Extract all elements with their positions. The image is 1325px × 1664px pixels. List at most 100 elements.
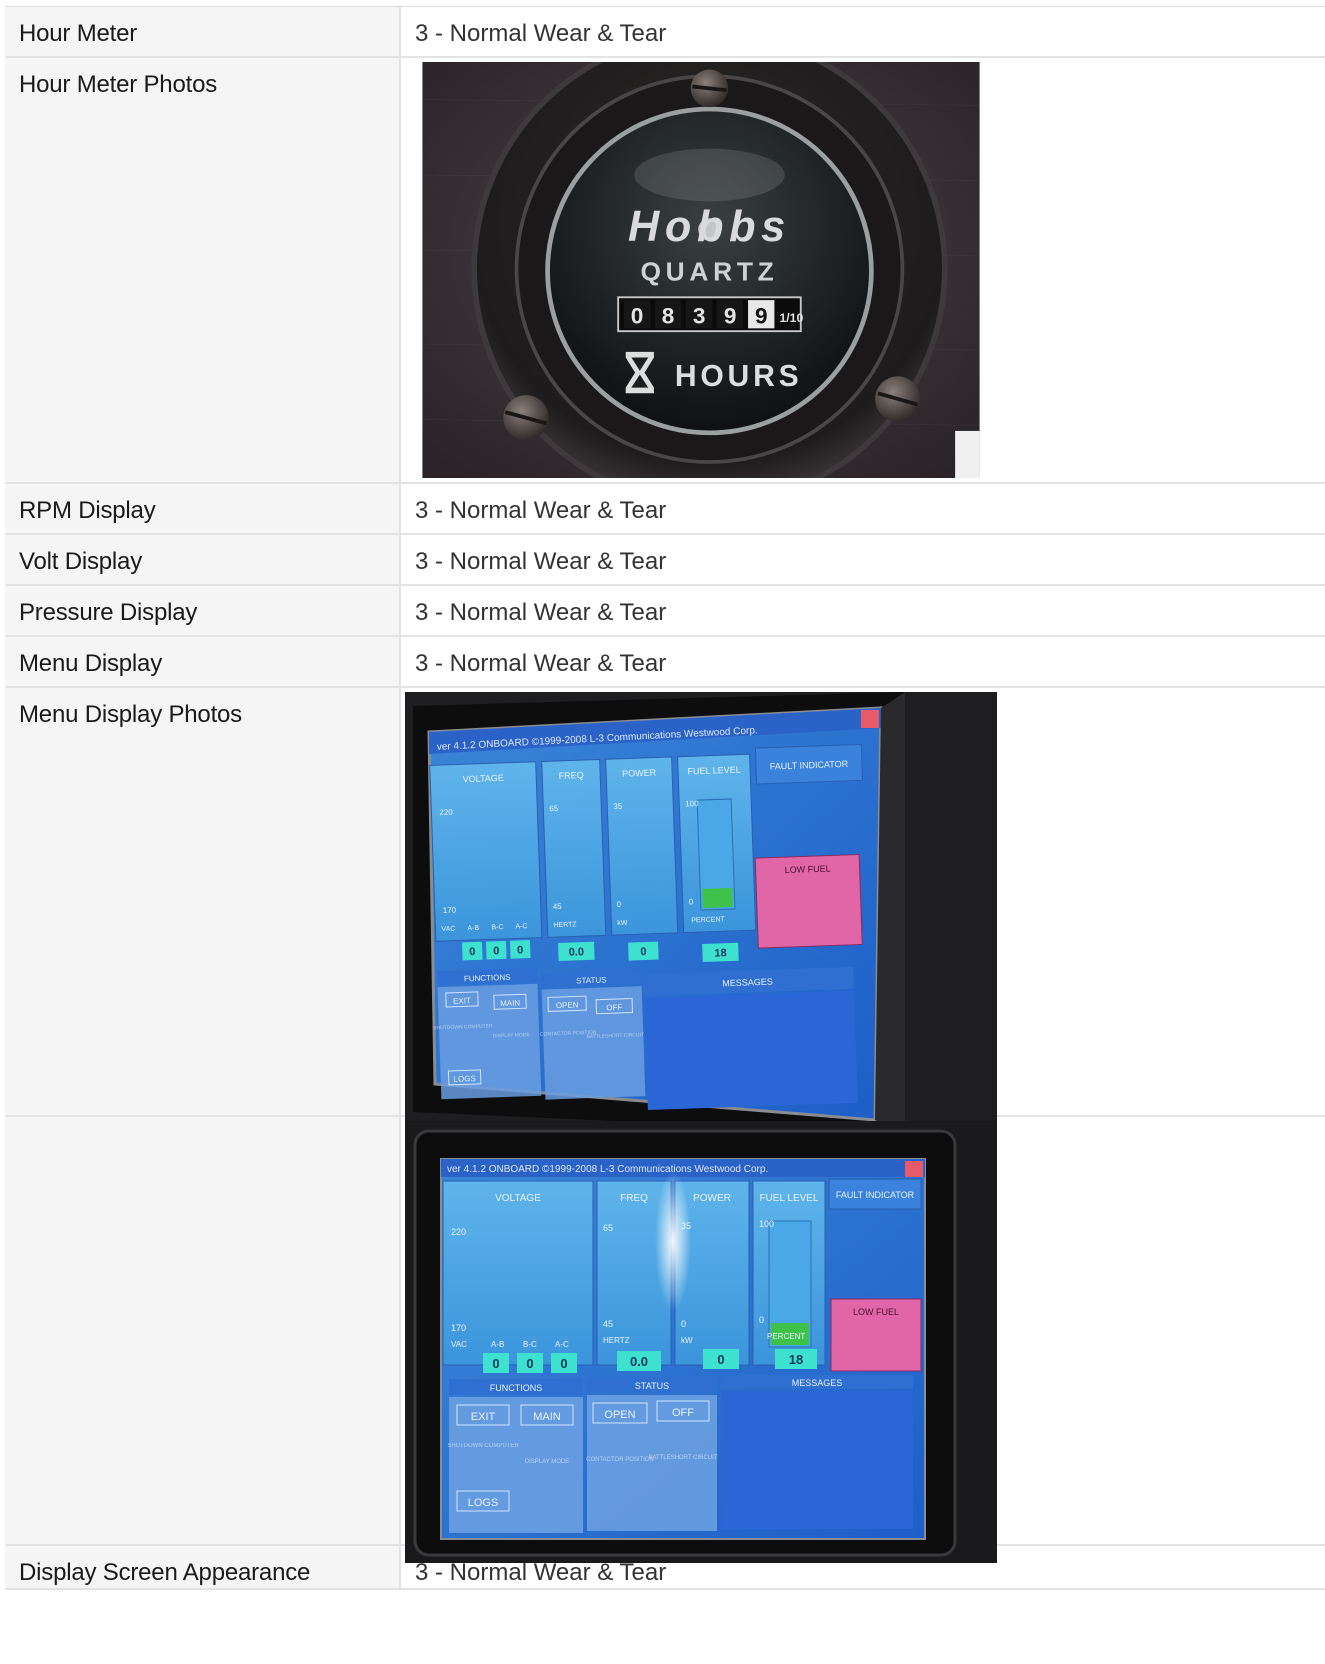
readout: 0.0 — [569, 946, 585, 959]
row-value: 3 - Normal Wear & Tear — [415, 599, 667, 626]
off-button: OFF — [672, 1407, 694, 1419]
scale-label: 65 — [549, 804, 559, 813]
row-label: Volt Display — [5, 535, 401, 584]
phase-label: A-B — [491, 1340, 504, 1349]
unit-label: HERTZ — [603, 1336, 630, 1345]
table-row: Display Screen Appearance 3 - Normal Wea… — [5, 1546, 1325, 1590]
photo-cell: Hobbs QUARTZ 0 8 3 9 9 1/10 HOURS — [401, 58, 1325, 482]
caption: BATTLESHORT CIRCUIT — [648, 1455, 717, 1461]
exit-button: EXIT — [471, 1411, 496, 1423]
close-icon — [861, 710, 879, 728]
exit-button: EXIT — [453, 996, 471, 1006]
digit: 8 — [662, 304, 675, 329]
scale-label: 45 — [603, 1319, 613, 1329]
section-title: MESSAGES — [792, 1378, 843, 1388]
phase-label: B-C — [491, 924, 503, 931]
readout: 0 — [560, 1356, 567, 1371]
section-title: FUNCTIONS — [490, 1383, 543, 1393]
row-label — [5, 1117, 401, 1544]
main-button: MAIN — [533, 1411, 561, 1423]
table-row: Hour Meter Photos Hobbs QUARTZ 0 8 3 9 9… — [5, 58, 1325, 484]
menu-display-photo[interactable]: ver 4.1.2 ONBOARD ©1999-2008 L-3 Communi… — [405, 1121, 997, 1563]
unit-label: kW — [681, 1336, 693, 1345]
photo-cell: ver 4.1.2 ONBOARD ©1999-2008 L-3 Communi… — [401, 1117, 1325, 1563]
panel-title: FREQ — [620, 1193, 648, 1204]
table-row: Hour Meter 3 - Normal Wear & Tear — [5, 7, 1325, 58]
panel-title: FAULT INDICATOR — [836, 1190, 915, 1200]
panel-title: FREQ — [559, 770, 584, 781]
scale-label: 170 — [451, 1323, 466, 1333]
main-button: MAIN — [500, 998, 521, 1008]
row-value: 3 - Normal Wear & Tear — [415, 650, 667, 677]
screw-icon — [875, 376, 921, 422]
phase-label: A-C — [515, 923, 527, 930]
digit: 9 — [755, 304, 768, 329]
readout: 0 — [526, 1356, 533, 1371]
menu-display-photo[interactable]: ver 4.1.2 ONBOARD ©1999-2008 L-3 Communi… — [405, 692, 997, 1134]
screen-header: ver 4.1.2 ONBOARD ©1999-2008 L-3 Communi… — [447, 1164, 768, 1175]
scale-label: 0 — [681, 1319, 686, 1329]
row-label: RPM Display — [5, 484, 401, 533]
table-row: Menu Display 3 - Normal Wear & Tear — [5, 637, 1325, 688]
hour-meter-photo[interactable]: Hobbs QUARTZ 0 8 3 9 9 1/10 HOURS — [405, 62, 997, 478]
readout: 18 — [714, 947, 727, 959]
row-value: 3 - Normal Wear & Tear — [415, 1559, 667, 1586]
screw-icon — [503, 395, 549, 441]
readout: 0 — [640, 946, 647, 958]
caption: CONTACTOR POSITION — [586, 1457, 654, 1463]
scale-label: 65 — [603, 1223, 613, 1233]
section-title: FUNCTIONS — [464, 973, 511, 984]
row-label: Hour Meter — [5, 7, 401, 56]
row-value: 3 - Normal Wear & Tear — [415, 20, 667, 47]
table-row: ver 4.1.2 ONBOARD ©1999-2008 L-3 Communi… — [5, 1117, 1325, 1563]
readout: 0 — [469, 946, 476, 958]
scale-label: 220 — [439, 808, 453, 817]
table-row: Menu Display Photos ver 4.1.2 ONBOARD ©1… — [5, 688, 1325, 1134]
readout: 0 — [517, 944, 524, 956]
scale-label: 220 — [451, 1227, 466, 1237]
readout: 0.0 — [630, 1354, 648, 1369]
glare — [655, 1171, 691, 1311]
tenths-label: 1/10 — [779, 311, 803, 325]
section-title: MESSAGES — [722, 977, 773, 989]
row-label: Menu Display — [5, 637, 401, 686]
panel-title: FUEL LEVEL — [687, 765, 741, 777]
logs-button: LOGS — [468, 1497, 499, 1509]
odometer-digits: 0 8 3 9 9 1/10 — [617, 296, 803, 333]
unit-label: HERTZ — [553, 921, 577, 929]
fault-message: LOW FUEL — [853, 1307, 899, 1317]
scale-label: 100 — [685, 799, 699, 808]
section-title: STATUS — [635, 1381, 669, 1391]
digit: 3 — [693, 304, 706, 329]
digit: 0 — [631, 304, 644, 329]
off-button: OFF — [606, 1003, 622, 1013]
row-label: Display Screen Appearance — [5, 1546, 401, 1588]
photo-cell: ver 4.1.2 ONBOARD ©1999-2008 L-3 Communi… — [401, 688, 1325, 1134]
scale-label: 45 — [553, 902, 563, 911]
scale-label: 170 — [443, 906, 457, 915]
scale-label: 0 — [759, 1315, 764, 1325]
inspection-table: Hour Meter 3 - Normal Wear & Tear Hour M… — [5, 6, 1325, 1590]
readout: 0 — [493, 945, 500, 957]
brand-text: Hobbs — [628, 203, 791, 251]
caption: SHUTDOWN COMPUTER — [447, 1443, 519, 1449]
section-title: STATUS — [576, 975, 607, 985]
phase-label: B-C — [523, 1340, 537, 1349]
unit-label: VAC — [441, 926, 455, 933]
unit-label: VAC — [451, 1340, 467, 1349]
model-text: QUARTZ — [640, 256, 778, 286]
panel-title: POWER — [622, 768, 657, 779]
scale-label: 35 — [613, 802, 623, 811]
panel-title: FUEL LEVEL — [759, 1193, 819, 1204]
readout: 18 — [789, 1352, 803, 1367]
row-value: 3 - Normal Wear & Tear — [415, 548, 667, 575]
row-label: Pressure Display — [5, 586, 401, 635]
scale-label: 100 — [759, 1219, 774, 1229]
open-button: OPEN — [604, 1409, 635, 1421]
logs-button: LOGS — [453, 1074, 476, 1084]
unit-label: kW — [617, 920, 628, 927]
readout: 0 — [492, 1356, 499, 1371]
close-icon — [905, 1161, 923, 1177]
screw-icon — [690, 69, 729, 108]
open-button: OPEN — [556, 1000, 579, 1010]
